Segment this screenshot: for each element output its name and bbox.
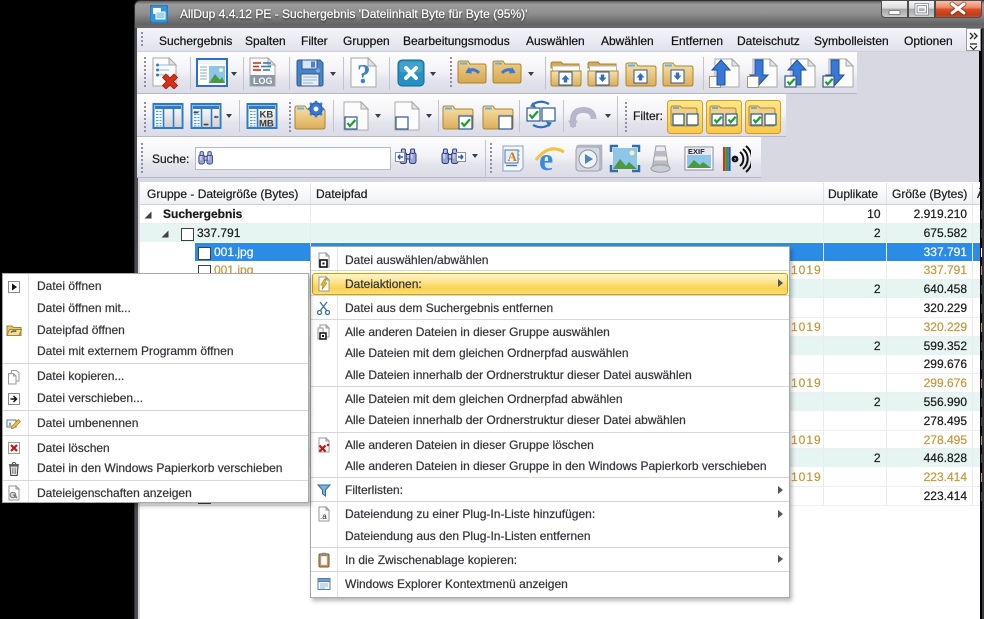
svg-text:EXIF: EXIF — [688, 147, 705, 156]
svg-text:A: A — [508, 149, 518, 164]
svg-text:MB: MB — [259, 119, 274, 130]
svg-text:.a: .a — [320, 512, 327, 521]
svg-text:?: ? — [357, 59, 371, 89]
svg-text:x: x — [9, 422, 12, 428]
svg-text:LOG: LOG — [253, 76, 273, 86]
